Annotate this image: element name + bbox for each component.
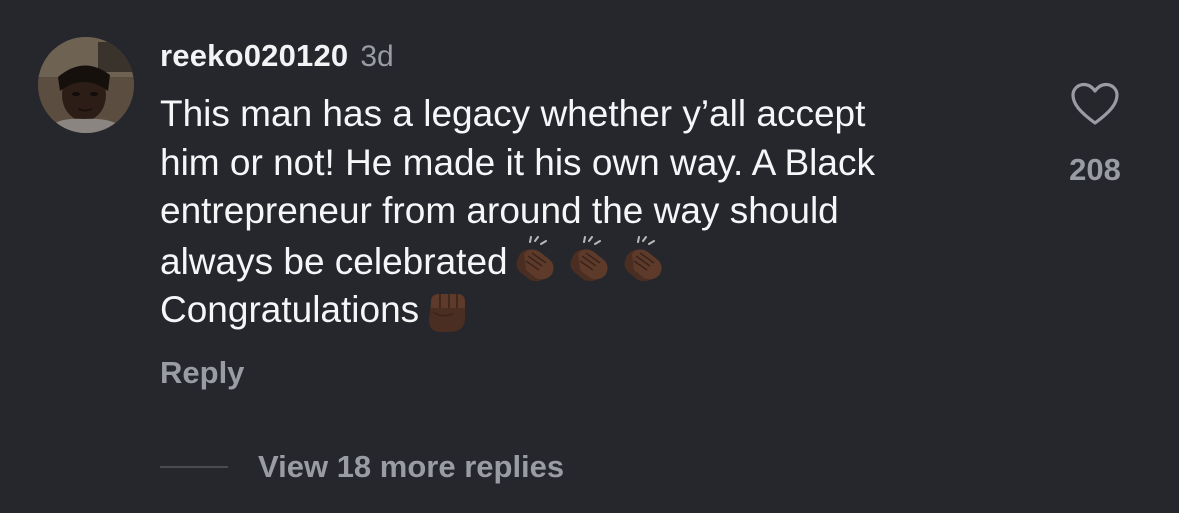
comment-line: This man has a legacy whether y’all acce… bbox=[160, 93, 866, 134]
comment-line: entrepreneur from around the way should bbox=[160, 190, 839, 231]
clapping-hands-icon bbox=[516, 235, 554, 281]
like-count: 208 bbox=[1069, 152, 1121, 187]
view-replies-row[interactable]: View 18 more replies bbox=[160, 446, 564, 488]
username[interactable]: reeko020120 bbox=[160, 38, 348, 74]
avatar[interactable] bbox=[38, 37, 134, 133]
comment-header: reeko020120 3d bbox=[160, 38, 394, 74]
raised-fist-icon bbox=[429, 294, 466, 332]
clapping-hands-icon bbox=[624, 235, 662, 281]
comment-line-text: Congratulations bbox=[160, 289, 420, 330]
reply-button[interactable]: Reply bbox=[160, 355, 244, 391]
clapping-hands-icon bbox=[570, 235, 608, 281]
comment-item: reeko020120 3d This man has a legacy whe… bbox=[0, 0, 1179, 513]
avatar-photo bbox=[38, 37, 134, 133]
comment-line-text: always be celebrated bbox=[160, 240, 508, 282]
view-more-replies-button[interactable]: View 18 more replies bbox=[258, 449, 564, 485]
comment-text: This man has a legacy whether y’all acce… bbox=[160, 90, 1040, 335]
comment-line-with-emoji: always be celebrated bbox=[160, 235, 1040, 287]
replies-divider bbox=[160, 466, 228, 468]
timestamp: 3d bbox=[360, 40, 394, 73]
heart-icon[interactable] bbox=[1070, 82, 1120, 126]
comment-line: him or not! He made it his own way. A Bl… bbox=[160, 141, 875, 183]
comment-line-with-emoji: Congratulations bbox=[160, 286, 1040, 335]
